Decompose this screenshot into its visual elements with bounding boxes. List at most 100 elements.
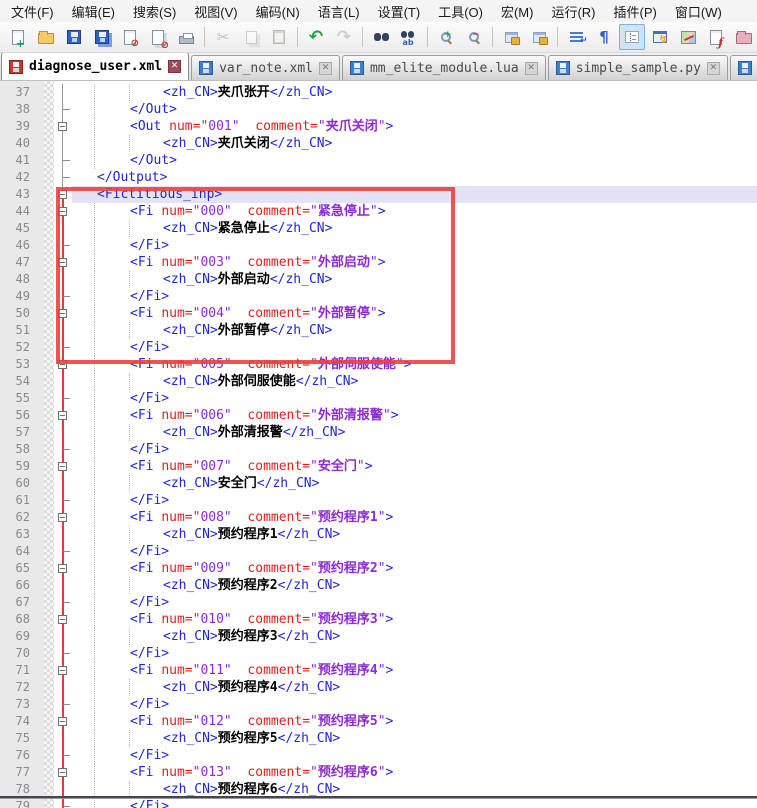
code-line[interactable]: 58</Fi> — [0, 441, 757, 458]
code-line[interactable]: 77<Fi num="013" comment="预约程序6"> — [0, 764, 757, 781]
fold-collapse-box[interactable] — [58, 309, 67, 318]
indent-guide-button[interactable] — [619, 24, 645, 50]
fold-collapse-box[interactable] — [58, 513, 67, 522]
menu-item-n[interactable]: 编码(N) — [247, 0, 309, 24]
code-line[interactable]: 46</Fi> — [0, 237, 757, 254]
code-line[interactable]: 74<Fi num="012" comment="预约程序5"> — [0, 713, 757, 730]
fold-collapse-box[interactable] — [58, 615, 67, 624]
save-button[interactable] — [61, 24, 87, 50]
code-line[interactable]: 51<zh_CN>外部暂停</zh_CN> — [0, 322, 757, 339]
code-line[interactable]: 53<Fi num="005" comment="外部伺服使能"> — [0, 356, 757, 373]
code-line[interactable]: 50<Fi num="004" comment="外部暂停"> — [0, 305, 757, 322]
code-line[interactable]: 73</Fi> — [0, 696, 757, 713]
copy-button[interactable] — [238, 24, 264, 50]
code-line[interactable]: 37<zh_CN>夹爪张开</zh_CN> — [0, 84, 757, 101]
code-line[interactable]: 54<zh_CN>外部伺服使能</zh_CN> — [0, 373, 757, 390]
zoom-in-button[interactable] — [433, 24, 459, 50]
menu-item-f[interactable]: 文件(F) — [2, 0, 63, 24]
code-line[interactable]: 48<zh_CN>外部启动</zh_CN> — [0, 271, 757, 288]
tab-simple_sample-py[interactable]: simple_sample.py✕ — [548, 55, 728, 80]
code-line[interactable]: 38</Out> — [0, 101, 757, 118]
word-wrap-button[interactable] — [563, 24, 589, 50]
code-line[interactable]: 39<Out num="001" comment="夹爪关闭"> — [0, 118, 757, 135]
fold-collapse-box[interactable] — [58, 564, 67, 573]
code-line[interactable]: 63<zh_CN>预约程序1</zh_CN> — [0, 526, 757, 543]
code-line[interactable]: 68<Fi num="010" comment="预约程序3"> — [0, 611, 757, 628]
menu-item-l[interactable]: 语言(L) — [309, 0, 369, 24]
tab-mm_elite_module-lua[interactable]: mm_elite_module.lua✕ — [342, 55, 546, 80]
replace-button[interactable] — [396, 24, 422, 50]
menu-item-e[interactable]: 编辑(E) — [63, 0, 124, 24]
code-line[interactable]: 71<Fi num="011" comment="预约程序4"> — [0, 662, 757, 679]
document-map-button[interactable] — [675, 24, 701, 50]
fold-collapse-box[interactable] — [58, 462, 67, 471]
tab-close-button[interactable]: ✕ — [319, 62, 332, 75]
fold-collapse-box[interactable] — [58, 258, 67, 267]
menu-item-v[interactable]: 视图(V) — [185, 0, 246, 24]
open-file-button[interactable] — [33, 24, 59, 50]
fold-collapse-box[interactable] — [58, 768, 67, 777]
fold-collapse-box[interactable] — [58, 360, 67, 369]
code-line[interactable]: 59<Fi num="007" comment="安全门"> — [0, 458, 757, 475]
menu-item-p[interactable]: 插件(P) — [605, 0, 666, 24]
show-all-characters-button[interactable]: ¶ — [591, 24, 617, 50]
fold-collapse-box[interactable] — [58, 190, 67, 199]
find-button[interactable] — [368, 24, 394, 50]
code-line[interactable]: 76</Fi> — [0, 747, 757, 764]
code-line[interactable]: 61</Fi> — [0, 492, 757, 509]
menu-item-o[interactable]: 工具(O) — [429, 0, 492, 24]
fold-collapse-box[interactable] — [58, 717, 67, 726]
code-line[interactable]: 45<zh_CN>紧急停止</zh_CN> — [0, 220, 757, 237]
tab-close-button[interactable]: ✕ — [168, 60, 181, 73]
code-line-current[interactable]: 43<Fictitious_inp> — [0, 186, 757, 203]
close-button[interactable] — [117, 24, 143, 50]
close-all-button[interactable] — [145, 24, 171, 50]
menu-item-r[interactable]: 运行(R) — [542, 0, 604, 24]
save-all-button[interactable] — [89, 24, 115, 50]
menu-item-m[interactable]: 宏(M) — [492, 0, 543, 24]
code-line[interactable]: 72<zh_CN>预约程序4</zh_CN> — [0, 679, 757, 696]
code-line[interactable]: 56<Fi num="006" comment="外部清报警"> — [0, 407, 757, 424]
zoom-out-button[interactable] — [461, 24, 487, 50]
code-line[interactable]: 55</Fi> — [0, 390, 757, 407]
fold-collapse-box[interactable] — [58, 122, 67, 131]
code-line[interactable]: 44<Fi num="000" comment="紧急停止"> — [0, 203, 757, 220]
code-line[interactable]: 66<zh_CN>预约程序2</zh_CN> — [0, 577, 757, 594]
menu-item-t[interactable]: 设置(T) — [369, 0, 430, 24]
cut-button[interactable]: ✂ — [210, 24, 236, 50]
document-list-button[interactable] — [703, 24, 729, 50]
code-line[interactable]: 60<zh_CN>安全门</zh_CN> — [0, 475, 757, 492]
fold-collapse-box[interactable] — [58, 411, 67, 420]
code-line[interactable]: 47<Fi num="003" comment="外部启动"> — [0, 254, 757, 271]
redo-button[interactable]: ↷ — [331, 24, 357, 50]
code-line[interactable]: 67</Fi> — [0, 594, 757, 611]
code-line[interactable]: 42</Output> — [0, 169, 757, 186]
code-line[interactable]: 57<zh_CN>外部清报警</zh_CN> — [0, 424, 757, 441]
code-line[interactable]: 49</Fi> — [0, 288, 757, 305]
code-line[interactable]: 40<zh_CN>夹爪关闭</zh_CN> — [0, 135, 757, 152]
fold-collapse-box[interactable] — [58, 207, 67, 216]
tab-diagnose_user-xml[interactable]: diagnose_user.xml✕ — [1, 53, 189, 80]
undo-button[interactable]: ↶ — [303, 24, 329, 50]
code-line[interactable]: 62<Fi num="008" comment="预约程序1"> — [0, 509, 757, 526]
code-line[interactable]: 70</Fi> — [0, 645, 757, 662]
folder-as-workspace-button[interactable] — [731, 24, 757, 50]
tab-close-button[interactable]: ✕ — [707, 62, 720, 75]
code-editor[interactable]: 37<zh_CN>夹爪张开</zh_CN>38</Out>39<Out num=… — [0, 81, 757, 808]
sync-vertical-scroll-button[interactable] — [498, 24, 524, 50]
menu-item-s[interactable]: 搜索(S) — [124, 0, 185, 24]
code-line[interactable]: 79</Fi> — [0, 798, 757, 808]
code-line[interactable]: 64</Fi> — [0, 543, 757, 560]
tab-close-button[interactable]: ✕ — [525, 62, 538, 75]
code-line[interactable]: 41</Out> — [0, 152, 757, 169]
code-line[interactable]: 52</Fi> — [0, 339, 757, 356]
tab-rob[interactable]: Rob✕ — [730, 55, 757, 80]
paste-button[interactable] — [266, 24, 292, 50]
fold-collapse-box[interactable] — [58, 666, 67, 675]
new-file-button[interactable] — [5, 24, 31, 50]
tab-var_note-xml[interactable]: var_note.xml✕ — [191, 55, 340, 80]
code-line[interactable]: 69<zh_CN>预约程序3</zh_CN> — [0, 628, 757, 645]
menu-item-w[interactable]: 窗口(W) — [666, 0, 731, 24]
sync-horizontal-scroll-button[interactable] — [526, 24, 552, 50]
code-line[interactable]: 75<zh_CN>预约程序5</zh_CN> — [0, 730, 757, 747]
